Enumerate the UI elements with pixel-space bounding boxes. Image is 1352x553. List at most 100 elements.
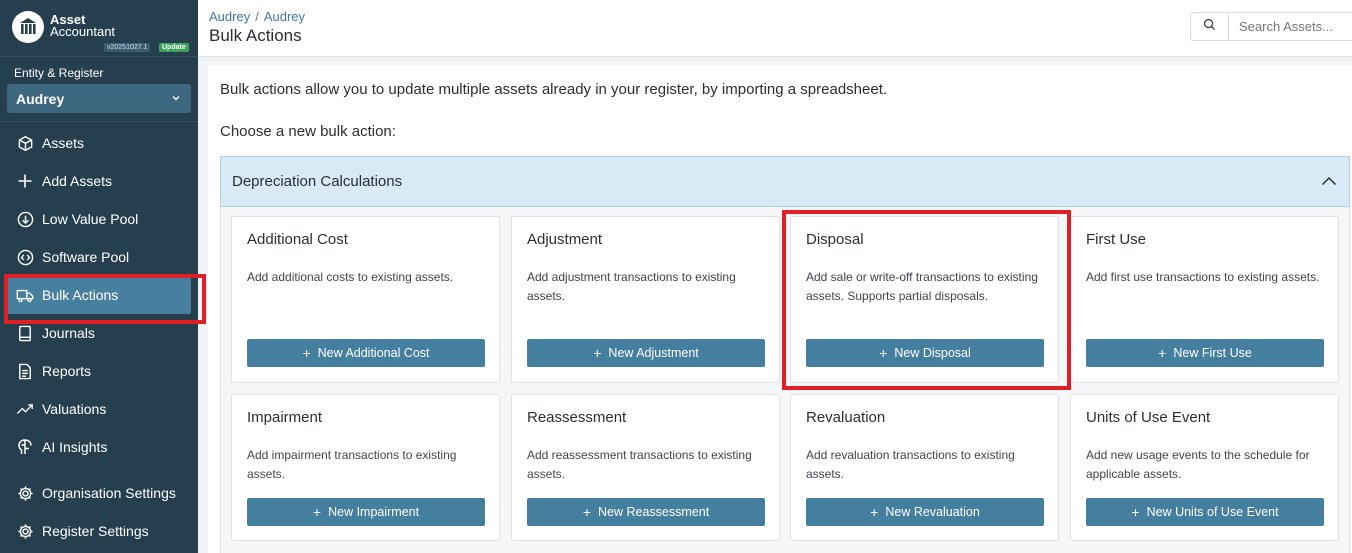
gear-icon [16,484,34,502]
sidebar-item-label: AI Insights [42,439,108,455]
sidebar-item-software-pool[interactable]: Software Pool [0,238,198,276]
card-title: Revaluation [806,409,886,426]
card-description: Add impairment transactions to existing … [247,448,457,481]
card-description: Add first use transactions to existing a… [1086,270,1320,284]
breadcrumb-link-register[interactable]: Audrey [264,9,305,24]
card-disposal: Disposal Add sale or write-off transacti… [790,216,1059,383]
sidebar-item-assets[interactable]: Assets [0,124,198,162]
new-adjustment-button[interactable]: + New Adjustment [527,339,765,367]
logo-icon [12,11,44,43]
plus-icon: + [582,504,592,520]
sidebar-item-label: Reports [42,363,92,379]
sidebar-item-register-settings[interactable]: Register Settings [0,512,198,550]
card-title: First Use [1086,231,1146,248]
plus-icon: + [879,345,888,361]
new-additional-cost-button[interactable]: + New Additional Cost [247,339,485,367]
new-reassessment-button[interactable]: + New Reassessment [527,498,765,526]
chevron-down-icon [171,90,181,108]
version-label: v20251027.1 [104,43,151,52]
button-label: New Units of Use Event [1146,505,1279,519]
card-adjustment: Adjustment Add adjustment transactions t… [511,216,780,383]
search-button[interactable] [1191,13,1229,40]
card-title: Reassessment [527,409,627,426]
button-label: New Adjustment [608,346,699,360]
card-description: Add additional costs to existing assets. [247,270,454,284]
sidebar-item-label: Low Value Pool [42,211,139,227]
sidebar-item-label: Assets [42,135,85,151]
book-icon [16,324,34,342]
update-badge[interactable]: Update [159,43,189,52]
card-description: Add new usage events to the schedule for… [1086,448,1310,481]
button-label: New Disposal [894,346,971,360]
card-title: Additional Cost [247,231,348,248]
document-icon [16,362,34,380]
intro-text: Bulk actions allow you to update multipl… [220,81,888,98]
card-description: Add adjustment transactions to existing … [527,270,736,303]
sidebar-item-organisation-settings[interactable]: Organisation Settings [0,474,198,512]
code-circle-icon [16,248,34,266]
sidebar-item-journals[interactable]: Journals [0,314,198,352]
plus-icon: + [1158,345,1167,361]
sidebar-item-ai-insights[interactable]: AI Insights [0,428,198,466]
plus-icon: + [1131,504,1140,520]
sidebar-item-label: Bulk Actions [42,287,119,303]
brand[interactable]: Asset Accountant v20251027.1 Update [0,0,198,57]
button-label: New Reassessment [598,505,710,519]
card-title: Disposal [806,231,864,248]
plus-icon: + [302,345,311,361]
card-first-use: First Use Add first use transactions to … [1070,216,1339,383]
button-label: New Impairment [328,505,420,519]
card-reassessment: Reassessment Add reassessment transactio… [511,394,780,541]
new-disposal-button[interactable]: + New Disposal [806,339,1044,367]
sidebar-divider [0,121,198,122]
chevron-up-icon [1321,173,1337,191]
sidebar-item-label: Journals [42,325,95,341]
sidebar-item-add-assets[interactable]: Add Assets [0,162,198,200]
entity-select-value: Audrey [16,90,65,107]
entity-register-label: Entity & Register [14,66,104,80]
card-description: Add reassessment transactions to existin… [527,448,752,481]
card-revaluation: Revaluation Add revaluation transactions… [790,394,1059,541]
plus-icon: + [312,504,322,520]
button-label: New Revaluation [885,505,980,519]
card-description: Add sale or write-off transactions to ex… [806,270,1038,303]
plus-icon: + [870,504,879,520]
button-label: New Additional Cost [317,346,430,360]
sidebar-nav: Assets Add Assets Low Value Pool Softwar… [0,124,206,550]
sidebar-item-valuations[interactable]: Valuations [0,390,198,428]
breadcrumb: Audrey / Audrey [209,9,306,24]
main-content: Bulk actions allow you to update multipl… [208,65,1352,553]
top-bar: Audrey / Audrey Bulk Actions [198,0,1352,57]
entity-select[interactable]: Audrey [7,84,191,113]
breadcrumb-link-entity[interactable]: Audrey [209,9,250,24]
cube-icon [16,134,34,152]
card-title: Impairment [247,409,323,426]
search-input[interactable] [1229,13,1352,40]
plus-icon: + [593,345,602,361]
accordion-depreciation-calculations[interactable]: Depreciation Calculations [220,156,1350,207]
card-title: Adjustment [527,231,603,248]
new-impairment-button[interactable]: + New Impairment [247,498,485,526]
card-impairment: Impairment Add impairment transactions t… [231,394,500,541]
sidebar-item-label: Register Settings [42,523,149,539]
search-box [1190,12,1352,41]
sidebar-item-reports[interactable]: Reports [0,352,198,390]
card-additional-cost: Additional Cost Add additional costs to … [231,216,500,383]
arrow-down-circle-icon [16,210,34,228]
accordion-title: Depreciation Calculations [232,173,403,190]
sidebar-item-label: Valuations [42,401,107,417]
new-revaluation-button[interactable]: + New Revaluation [806,498,1044,526]
card-units-of-use-event: Units of Use Event Add new usage events … [1070,394,1339,541]
brain-icon [16,438,34,456]
new-units-of-use-event-button[interactable]: + New Units of Use Event [1086,498,1324,526]
page-title: Bulk Actions [209,26,302,45]
gear-icon [16,522,34,540]
button-label: New First Use [1173,346,1252,360]
trend-up-icon [16,400,34,418]
truck-icon [16,286,34,304]
sidebar-item-low-value-pool[interactable]: Low Value Pool [0,200,198,238]
card-title: Units of Use Event [1086,409,1211,426]
choose-heading: Choose a new bulk action: [220,123,396,140]
new-first-use-button[interactable]: + New First Use [1086,339,1324,367]
sidebar-item-bulk-actions[interactable]: Bulk Actions [4,274,206,324]
